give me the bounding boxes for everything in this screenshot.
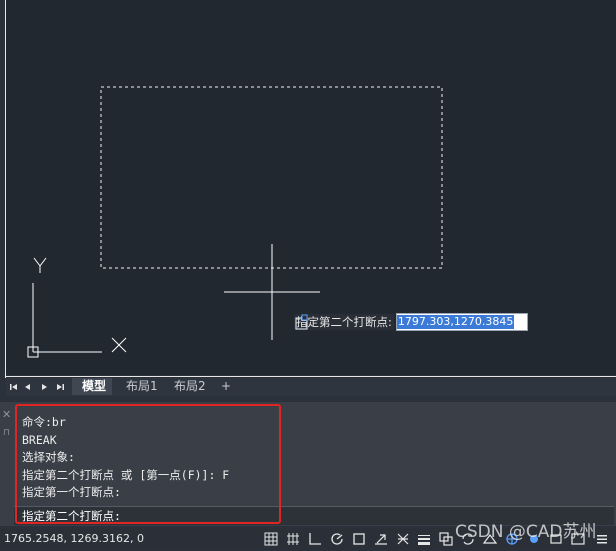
command-line-panel: ✕ ⊓ 命令:br BREAK 选择对象: 指定第二个打断点 或 [第一点(F)… [0,402,616,526]
command-input-prompt[interactable]: 指定第二个打断点: [22,508,121,524]
polar-icon[interactable] [329,531,345,547]
snap-icon[interactable] [285,531,301,547]
last-tab-icon[interactable] [54,381,66,393]
cursor-coordinates: 1765.2548, 1269.3162, 0 [4,532,144,545]
command-history-line: 选择对象: [22,450,75,465]
watermark: CSDN @CAD苏州 [455,522,597,542]
command-history-line: BREAK [22,432,57,447]
dynamic-input-field[interactable]: 1797.303,1270.3845 [395,313,528,331]
pin-icon[interactable]: ⊓ [3,428,10,438]
viewport-border-bottom [5,376,616,377]
command-history-line: 指定第一个打断点: [22,485,121,500]
transparency-icon[interactable] [438,531,454,547]
next-tab-icon[interactable] [38,381,50,393]
dynamic-input-value[interactable]: 1797.303,1270.3845 [396,315,515,329]
command-panel-gutter: ✕ ⊓ [0,402,13,526]
command-history-line: 指定第二个打断点 或 [第一点(F)]: F [22,467,230,482]
tab-model[interactable]: 模型 [72,378,113,395]
command-history-line: 命令:br [22,415,66,429]
drawing-canvas[interactable]: 指定第二个打断点: 1797.303,1270.3845 [6,0,616,375]
first-tab-icon[interactable] [8,381,20,393]
dynamic-ucs-icon[interactable] [395,531,411,547]
dynamic-input-tooltip: 指定第二个打断点: 1797.303,1270.3845 [294,313,528,331]
break-point-icon [295,314,308,330]
osnap-icon[interactable] [351,531,367,547]
grid-icon[interactable] [263,531,279,547]
tab-layout2[interactable]: 布局2 [164,378,212,395]
close-icon[interactable]: ✕ [2,408,11,421]
tab-layout1[interactable]: 布局1 [116,378,164,395]
add-layout-button[interactable]: + [214,378,238,395]
command-history: 命令:br BREAK 选择对象: 指定第二个打断点 或 [第一点(F)]: F… [22,414,229,502]
ortho-icon[interactable] [307,531,323,547]
layout-tab-bar: 模型 布局1 布局2 + [6,378,616,396]
ucs-icon [27,257,127,358]
previous-tab-icon[interactable] [22,381,34,393]
dashed-rectangle[interactable] [100,86,443,269]
otrack-icon[interactable] [373,531,389,547]
lineweight-icon[interactable] [416,531,432,547]
